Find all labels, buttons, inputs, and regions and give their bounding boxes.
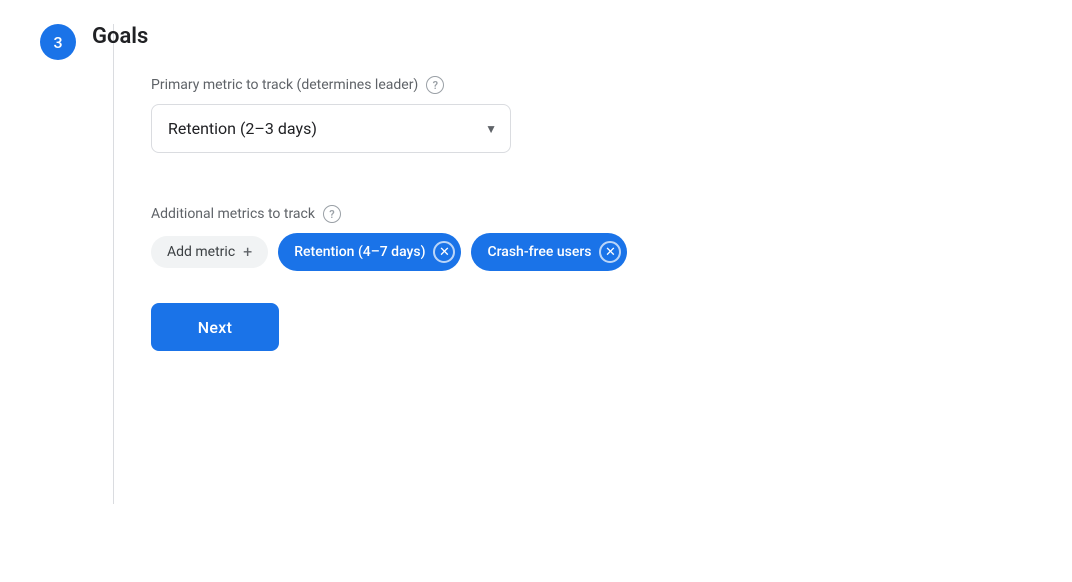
section-title: Goals xyxy=(92,24,148,49)
page-container: 3 Goals Primary metric to track (determi… xyxy=(40,24,1032,504)
additional-metrics-label: Additional metrics to track ? xyxy=(151,205,1032,223)
additional-metrics-help-icon[interactable]: ? xyxy=(323,205,341,223)
primary-metric-select[interactable]: Retention (2–3 days) Retention (1 day) R… xyxy=(151,104,511,153)
chip-crash-free: Crash-free users ✕ xyxy=(471,233,627,271)
primary-metric-label: Primary metric to track (determines lead… xyxy=(151,76,1032,94)
chip-retention-4-7-label: Retention (4–7 days) xyxy=(294,244,425,260)
vertical-divider xyxy=(113,24,114,504)
additional-metrics-section: Additional metrics to track ? Add metric… xyxy=(151,205,1032,271)
step-indicator: 3 xyxy=(40,24,76,60)
chip-crash-free-label: Crash-free users xyxy=(487,244,591,260)
main-content: Primary metric to track (determines lead… xyxy=(151,24,1032,504)
chip-retention-4-7-remove-button[interactable]: ✕ xyxy=(433,241,455,263)
chips-row: Add metric + Retention (4–7 days) ✕ Cras… xyxy=(151,233,1032,271)
next-button[interactable]: Next xyxy=(151,303,279,351)
primary-metric-field: Primary metric to track (determines lead… xyxy=(151,76,1032,181)
add-metric-label: Add metric xyxy=(167,244,235,260)
add-metric-button[interactable]: Add metric + xyxy=(151,236,268,268)
chip-crash-free-remove-button[interactable]: ✕ xyxy=(599,241,621,263)
plus-icon: + xyxy=(243,244,252,260)
primary-metric-help-icon[interactable]: ? xyxy=(426,76,444,94)
step-circle: 3 xyxy=(40,24,76,60)
chip-retention-4-7: Retention (4–7 days) ✕ xyxy=(278,233,461,271)
primary-metric-dropdown-container: Retention (2–3 days) Retention (1 day) R… xyxy=(151,104,511,153)
